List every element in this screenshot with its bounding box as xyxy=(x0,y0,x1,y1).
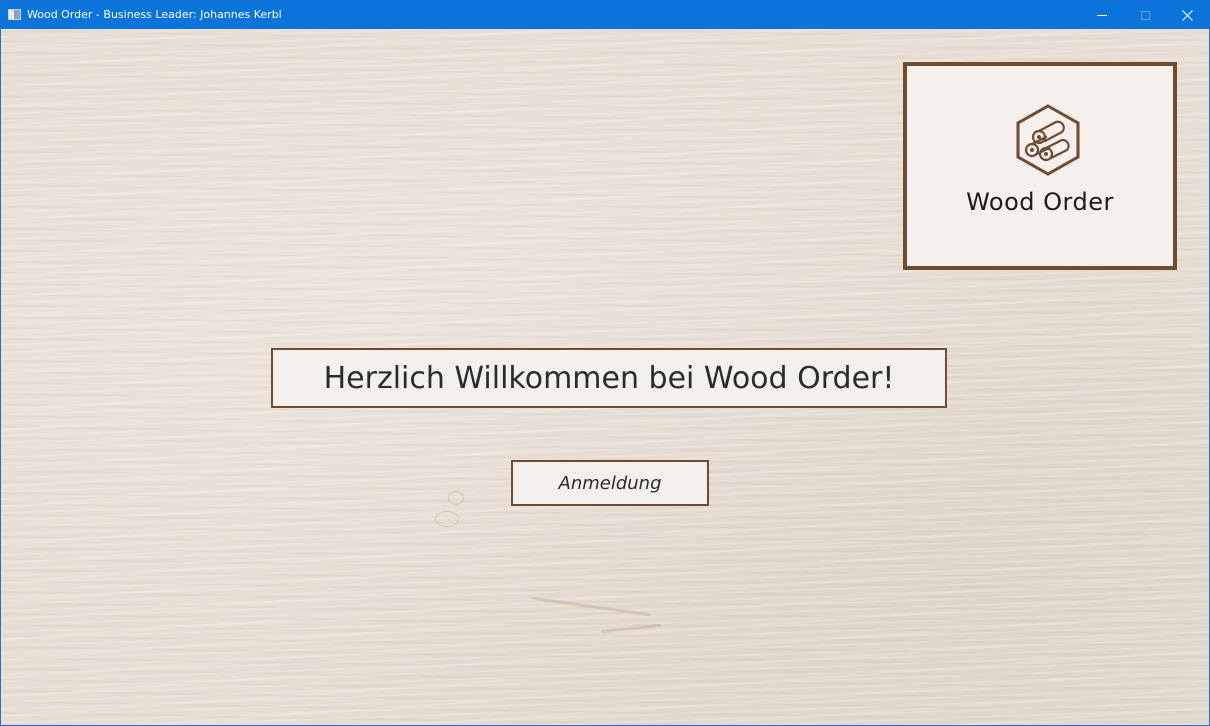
close-icon xyxy=(1181,9,1193,21)
close-button[interactable] xyxy=(1164,1,1209,29)
wood-background: Wood Order Herzlich Willkommen bei Wood … xyxy=(1,29,1209,725)
minimize-icon xyxy=(1097,14,1107,16)
title-bar[interactable]: Wood Order - Business Leader: Johannes K… xyxy=(1,1,1209,29)
logo-panel: Wood Order xyxy=(903,62,1177,270)
window-title: Wood Order - Business Leader: Johannes K… xyxy=(27,8,282,21)
welcome-message: Herzlich Willkommen bei Wood Order! xyxy=(271,348,947,408)
wood-logs-icon xyxy=(1016,104,1080,176)
logo-text: Wood Order xyxy=(966,188,1114,216)
app-window: Wood Order - Business Leader: Johannes K… xyxy=(0,0,1210,726)
wood-knot xyxy=(435,511,459,527)
wood-streak xyxy=(531,596,651,617)
login-button[interactable]: Anmeldung xyxy=(511,460,709,506)
wood-knot xyxy=(448,491,464,505)
wood-streak xyxy=(601,623,661,634)
maximize-icon xyxy=(1140,10,1150,20)
app-icon xyxy=(8,9,21,20)
maximize-button[interactable] xyxy=(1122,1,1168,29)
minimize-button[interactable] xyxy=(1079,1,1125,29)
